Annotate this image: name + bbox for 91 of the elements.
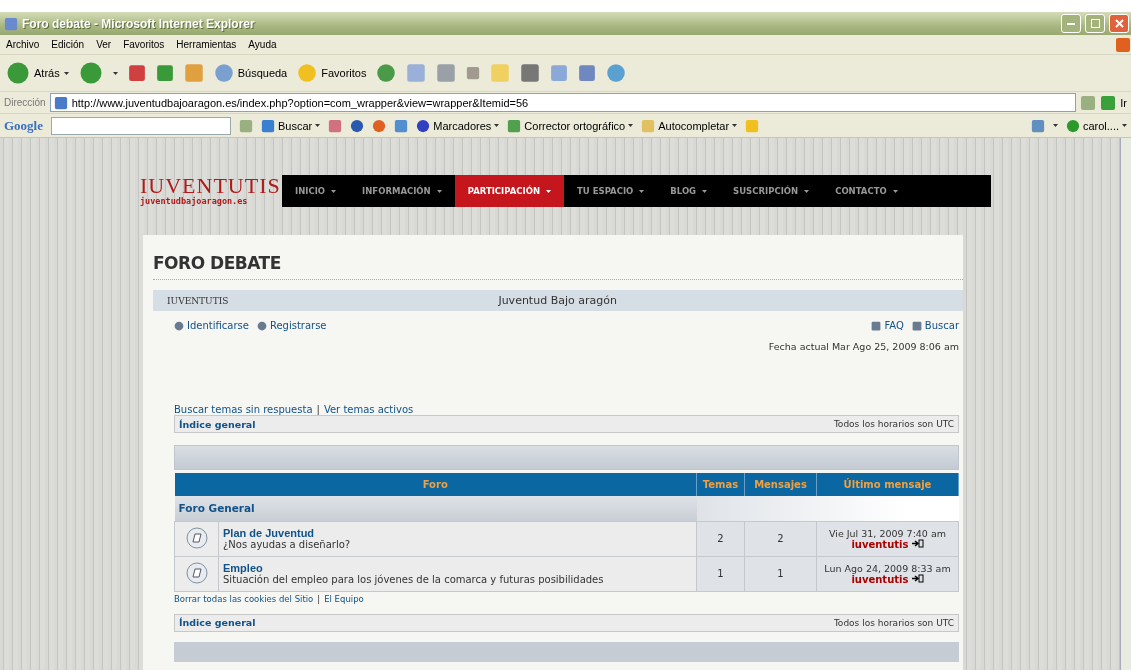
caret-icon: [892, 189, 898, 193]
posts-cell: 1: [744, 556, 817, 591]
search-button[interactable]: Buscar: [261, 118, 321, 133]
caret-icon: [112, 71, 118, 75]
breadcrumb-link[interactable]: Índice general: [179, 617, 256, 628]
window-title: Foro debate - Microsoft Internet Explorer: [22, 16, 256, 31]
caret-icon: [546, 189, 552, 193]
close-button[interactable]: [1109, 14, 1129, 33]
close-icon: [1114, 19, 1124, 28]
site-description: Juventud Bajo aragón: [498, 294, 617, 307]
footer-link[interactable]: El Equipo: [324, 593, 364, 604]
menu-item[interactable]: Ver: [96, 39, 112, 50]
nav-item[interactable]: INFORMACIÓN: [349, 175, 455, 207]
minimize-icon: [1067, 22, 1075, 25]
caret-icon: [63, 71, 69, 75]
help-link[interactable]: FAQ: [871, 320, 904, 331]
forum-folder-icon: [185, 561, 208, 584]
forum-description: ¿Nos ayudas a diseñarlo?: [223, 539, 351, 550]
separator-text: |: [316, 404, 320, 415]
maximize-button[interactable]: [1085, 14, 1105, 33]
nav-item[interactable]: INICIO: [282, 175, 350, 207]
caret-icon: [436, 189, 442, 193]
category-row[interactable]: Foro General: [174, 496, 697, 521]
autofill-button[interactable]: Autocompletar: [641, 118, 738, 133]
menu-item[interactable]: Ayuda: [248, 39, 277, 50]
go-to-post-icon[interactable]: [911, 573, 924, 583]
site-logo[interactable]: IUVENTUTIS juventudbajoaragon.es: [140, 175, 282, 207]
go-button[interactable]: Ir: [1100, 94, 1127, 111]
menu-item[interactable]: Favoritos: [123, 39, 165, 50]
help-link[interactable]: Buscar: [911, 320, 959, 331]
account-button[interactable]: carol....: [1065, 118, 1127, 133]
column-header: Foro: [174, 473, 697, 496]
nav-item[interactable]: PARTICIPACIÓN: [454, 175, 565, 207]
quick-link[interactable]: Buscar temas sin respuesta: [174, 404, 313, 415]
caret-icon: [494, 124, 500, 127]
menu-item[interactable]: Edición: [51, 39, 85, 50]
caret-icon: [639, 189, 645, 193]
timezone-text: Todos los horarios son UTC: [833, 617, 954, 628]
nav-item[interactable]: SUSCRIPCIÓN: [720, 175, 823, 207]
caret-icon: [1122, 124, 1127, 127]
timezone-text: Todos los horarios son UTC: [833, 419, 954, 429]
address-field[interactable]: http://www.juventudbajoaragon.es/index.php?option=com_wrapper&view=wrapper&Itemid=56: [49, 93, 1077, 112]
username-link[interactable]: iuventutis: [851, 538, 909, 550]
caret-icon: [628, 124, 634, 127]
menu-item[interactable]: Herramientas: [176, 39, 237, 50]
scrollbar[interactable]: [1120, 138, 1131, 670]
google-search-field[interactable]: [51, 116, 231, 135]
footer-link[interactable]: Borrar todas las cookies del Sitio: [174, 593, 314, 604]
current-date: Fecha actual Mar Ago 25, 2009 8:06 am: [768, 341, 959, 352]
caret-icon: [804, 189, 810, 193]
separator-text: |: [317, 593, 321, 604]
last-post-date: Lun Ago 24, 2009 8:33 am: [823, 562, 952, 574]
column-header: Mensajes: [744, 473, 817, 496]
favorites-button[interactable]: Favoritos: [297, 63, 367, 83]
posts-cell: 2: [744, 521, 817, 556]
google-logo: Google: [4, 117, 43, 134]
menu-item[interactable]: Archivo: [6, 39, 40, 50]
bookmarks-button[interactable]: Marcadores: [416, 118, 500, 133]
forum-folder-icon: [185, 526, 208, 549]
breadcrumb-link[interactable]: Índice general: [179, 418, 256, 430]
quick-link[interactable]: Ver temas activos: [323, 404, 414, 415]
nav-item[interactable]: BLOG: [657, 175, 721, 207]
page-title: FORO DEBATE: [153, 253, 282, 273]
maximize-icon: [1090, 19, 1100, 28]
search-button[interactable]: Búsqueda: [213, 63, 288, 83]
forum-title-link[interactable]: Empleo: [223, 562, 692, 574]
caret-icon: [1052, 124, 1058, 127]
back-button[interactable]: Atrás: [6, 61, 69, 85]
caret-icon: [315, 124, 321, 127]
nav-item[interactable]: CONTACTO: [822, 175, 911, 207]
user-link[interactable]: Registrarse: [256, 320, 327, 331]
go-to-post-icon[interactable]: [911, 538, 924, 548]
caret-icon: [702, 189, 708, 193]
spellcheck-button[interactable]: Corrector ortográfico: [507, 118, 634, 133]
column-header: Temas: [696, 473, 745, 496]
status-dot-icon[interactable]: [1065, 118, 1080, 133]
caret-icon: [331, 189, 337, 193]
column-header: Último mensaje: [816, 473, 959, 496]
caret-icon: [732, 124, 738, 127]
last-post-date: Vie Jul 31, 2009 7:40 am: [828, 527, 947, 539]
square-icon[interactable]: [466, 66, 481, 80]
username-link[interactable]: iuventutis: [851, 573, 909, 585]
user-link[interactable]: Identificarse: [174, 320, 249, 331]
minimize-button[interactable]: [1061, 14, 1081, 33]
site-name: IUVENTUTIS: [167, 295, 229, 306]
forum-description: Situación del empleo para los jóvenes de la comarca y futuras posibilidades: [223, 574, 604, 585]
forum-title-link[interactable]: Plan de Juventud: [223, 527, 692, 539]
address-label: Dirección: [4, 97, 46, 108]
nav-item[interactable]: TU ESPACIO: [564, 175, 658, 207]
topics-cell: 2: [696, 521, 745, 556]
topics-cell: 1: [696, 556, 745, 591]
